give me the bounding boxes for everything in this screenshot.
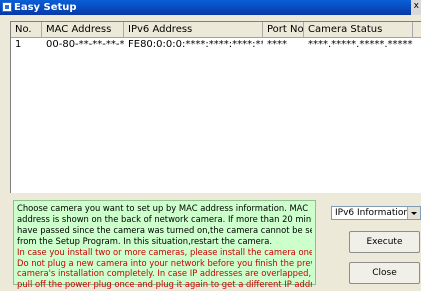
warning-line: pull off the power plug once and plug it… [17,279,312,290]
cell-mac: 00-80-**-**-**-** [46,39,124,50]
cell-no: 1 [15,39,22,50]
execute-button[interactable]: Execute [349,231,420,253]
column-header-no[interactable]: No. [11,22,42,37]
table-row[interactable]: 1 00-80-**-**-**-** FE80:0:0:0:****:****… [11,38,421,52]
warning-line: In case you install two or more cameras,… [17,246,312,257]
cell-ipv6: FE80:0:0:0:****:****:****:**** [128,39,263,50]
info-message: Choose camera you want to set up by MAC … [13,200,316,289]
title-bar: Easy Setup [0,0,421,15]
warning-line: camera's installation completely. In cas… [17,268,312,279]
camera-list[interactable]: No. MAC Address IPv6 Address Port No. Ca… [10,21,421,193]
message-line: from the Setup Program. In this situatio… [17,235,273,246]
column-header-status[interactable]: Camera Status [304,22,413,37]
cell-status: ****.*****.*****.****** [308,39,413,50]
chevron-down-icon[interactable] [407,207,420,219]
column-header-ipv6[interactable]: IPv6 Address [124,22,263,37]
column-header-mac[interactable]: MAC Address [42,22,124,37]
message-line: Choose camera you want to set up by MAC … [17,203,309,213]
cell-port: **** [267,39,287,50]
warning-line: Do not plug a new camera into your netwo… [17,257,312,268]
info-type-select[interactable]: IPv6 Information [331,206,421,220]
app-icon [2,2,12,12]
column-header-port[interactable]: Port No. [263,22,304,37]
close-button[interactable]: Close [349,262,420,284]
list-header: No. MAC Address IPv6 Address Port No. Ca… [11,22,421,38]
message-line: address is shown on the back of network … [17,213,312,224]
window-title: Easy Setup [14,2,77,13]
message-line: have passed since the camera was turned … [17,224,312,235]
info-type-value: IPv6 Information [335,208,410,218]
window-close-button[interactable] [411,0,421,15]
